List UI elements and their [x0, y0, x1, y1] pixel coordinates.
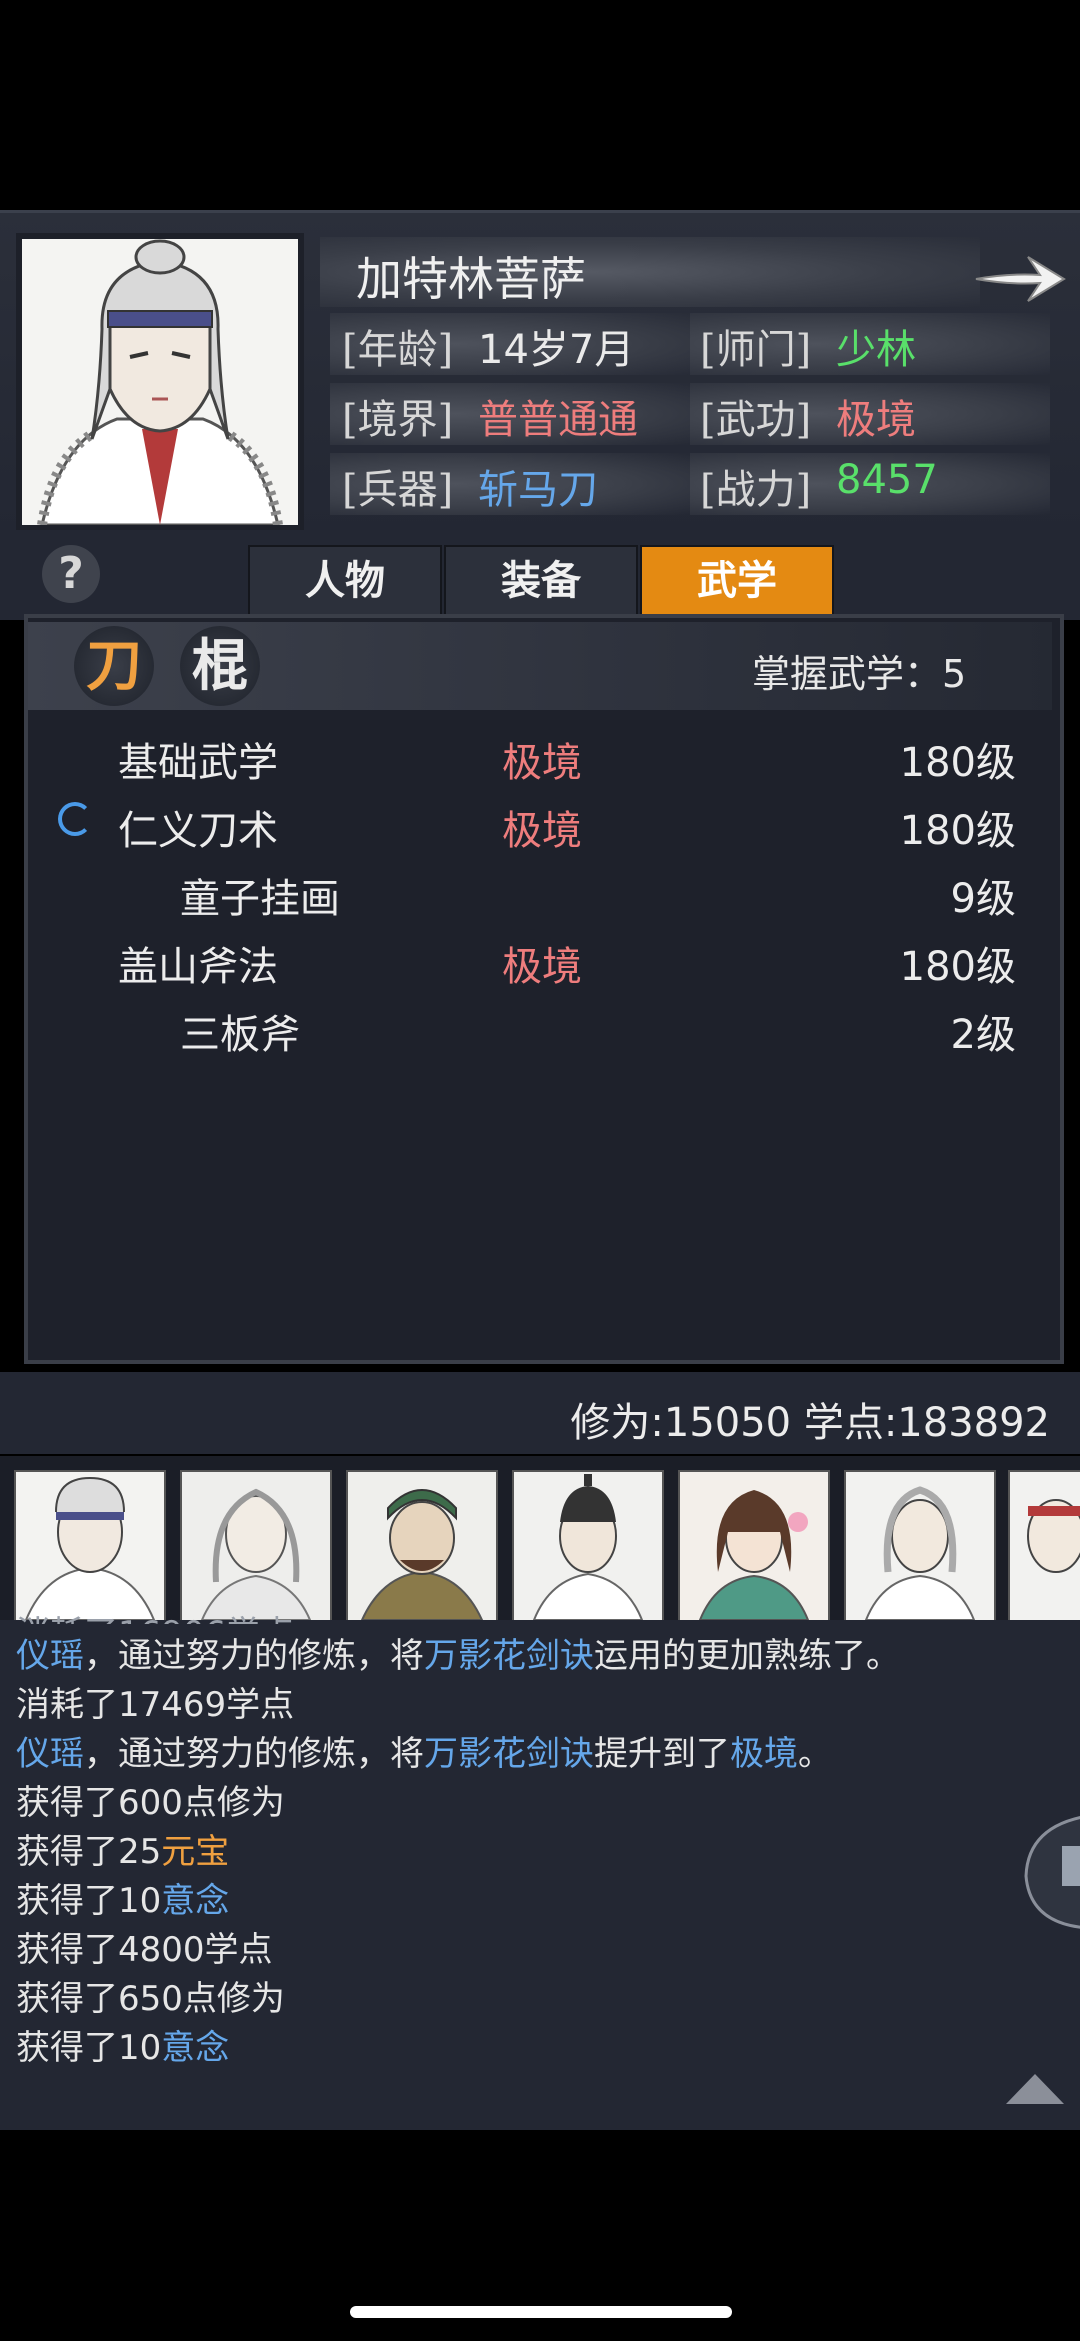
log-line: 获得了650点修为	[16, 1971, 285, 2020]
log-segment: 。	[798, 1734, 832, 1774]
log-segment[interactable]: 仪瑶	[16, 1734, 84, 1774]
log-line-clipped: 消耗了16906学点	[16, 1606, 294, 1624]
age-value: 14岁7月	[478, 327, 635, 373]
skill-level: 2级	[950, 1012, 1016, 1058]
skill-level: 180级	[899, 808, 1016, 854]
profile-panel: 加特林菩萨 [年龄] 14岁7月 [师门] 少林 [境界] 普普通通 [武功] …	[0, 210, 1080, 533]
log-segment: 获得了600点修为	[16, 1783, 285, 1823]
mastered-count: 掌握武学：5	[752, 652, 967, 696]
log-line: 仪瑶，通过努力的修炼，将万影花剑诀提升到了极境。	[16, 1726, 832, 1775]
log-segment: 元宝	[161, 1832, 230, 1872]
log-segment: ，通过努力的修炼，将	[84, 1636, 424, 1676]
roster-portrait[interactable]	[678, 1470, 830, 1622]
log-line: 获得了10意念	[16, 1873, 229, 1922]
log-segment: 获得了25	[16, 1832, 162, 1872]
log-segment[interactable]: 万影花剑诀	[424, 1636, 594, 1676]
skill-name[interactable]: 童子挂画	[180, 866, 340, 924]
log-segment: 获得了10	[16, 1881, 162, 1921]
weapon-label: [兵器]	[342, 467, 454, 513]
log-line: 获得了600点修为	[16, 1775, 285, 1824]
roster-portrait[interactable]	[180, 1470, 332, 1622]
log-segment: 消耗了17469学点	[16, 1685, 295, 1725]
help-button[interactable]: ?	[42, 545, 100, 603]
training-spinner-icon	[58, 802, 92, 836]
skill-level: 180级	[899, 944, 1016, 990]
roster-portrait[interactable]	[14, 1470, 166, 1622]
skill-realm: 极境	[502, 740, 582, 786]
log-segment: 获得了10	[16, 2028, 162, 2068]
log-segment: 获得了650点修为	[16, 1979, 285, 2019]
roster-portrait[interactable]	[844, 1470, 996, 1622]
log-line: 消耗了17469学点	[16, 1677, 294, 1726]
log-segment[interactable]: 万影花剑诀	[424, 1734, 594, 1774]
arrow-right-icon[interactable]	[970, 243, 1070, 313]
weapon-type-staff[interactable]: 棍	[180, 626, 260, 706]
log-segment[interactable]: 意念	[161, 1881, 229, 1921]
realm-label: [境界]	[342, 397, 454, 443]
character-portrait	[16, 233, 304, 531]
skill-realm: 极境	[502, 944, 582, 990]
skill-name[interactable]: 三板斧	[180, 1002, 300, 1060]
power-label: [战力]	[700, 467, 812, 513]
skill-name[interactable]: 盖山斧法	[118, 934, 278, 992]
cultivation-points: 修为:15050 学点:183892	[570, 1400, 1050, 1446]
weapon-type-saber[interactable]: 刀	[74, 626, 154, 706]
tab-martial-arts[interactable]: 武学	[640, 545, 834, 617]
log-segment: ，通过努力的修炼，将	[84, 1734, 424, 1774]
sect-value: 少林	[836, 327, 916, 373]
martial-label: [武功]	[700, 397, 812, 443]
portrait-illustration	[22, 239, 298, 527]
weapon-value[interactable]: 斩马刀	[478, 457, 598, 515]
skill-name[interactable]: 仁义刀术	[118, 798, 278, 856]
age-label: [年龄]	[342, 327, 454, 373]
skill-realm: 极境	[502, 808, 582, 854]
roster-portrait[interactable]	[346, 1470, 498, 1622]
roster-portrait[interactable]	[512, 1470, 664, 1622]
roster-portrait[interactable]	[1008, 1470, 1080, 1622]
log-line: 获得了4800学点	[16, 1922, 273, 1971]
log-segment[interactable]: 极境	[730, 1734, 798, 1774]
power-value: 8457	[836, 457, 938, 503]
skill-level: 9级	[950, 876, 1016, 922]
log-segment: 提升到了	[594, 1734, 730, 1774]
home-indicator[interactable]	[350, 2306, 732, 2318]
side-scroll-decoration-icon[interactable]	[1018, 1806, 1080, 1936]
tab-character[interactable]: 人物	[248, 545, 442, 617]
martial-value: 极境	[836, 397, 916, 443]
log-segment[interactable]: 仪瑶	[16, 1636, 84, 1676]
scroll-up-icon[interactable]	[1002, 2070, 1068, 2106]
skill-level: 180级	[899, 740, 1016, 786]
log-segment: 运用的更加熟练了。	[594, 1636, 900, 1676]
log-line: 获得了25元宝	[16, 1824, 229, 1873]
log-line: 获得了10意念	[16, 2020, 229, 2069]
character-name: 加特林菩萨	[356, 252, 586, 306]
realm-value: 普普通通	[478, 397, 638, 443]
tab-equipment[interactable]: 装备	[444, 545, 638, 617]
sect-label: [师门]	[700, 327, 812, 373]
log-line: 仪瑶，通过努力的修炼，将万影花剑诀运用的更加熟练了。	[16, 1628, 900, 1677]
log-segment[interactable]: 意念	[161, 2028, 229, 2068]
log-segment: 获得了4800学点	[16, 1930, 273, 1970]
skill-name[interactable]: 基础武学	[118, 730, 278, 788]
